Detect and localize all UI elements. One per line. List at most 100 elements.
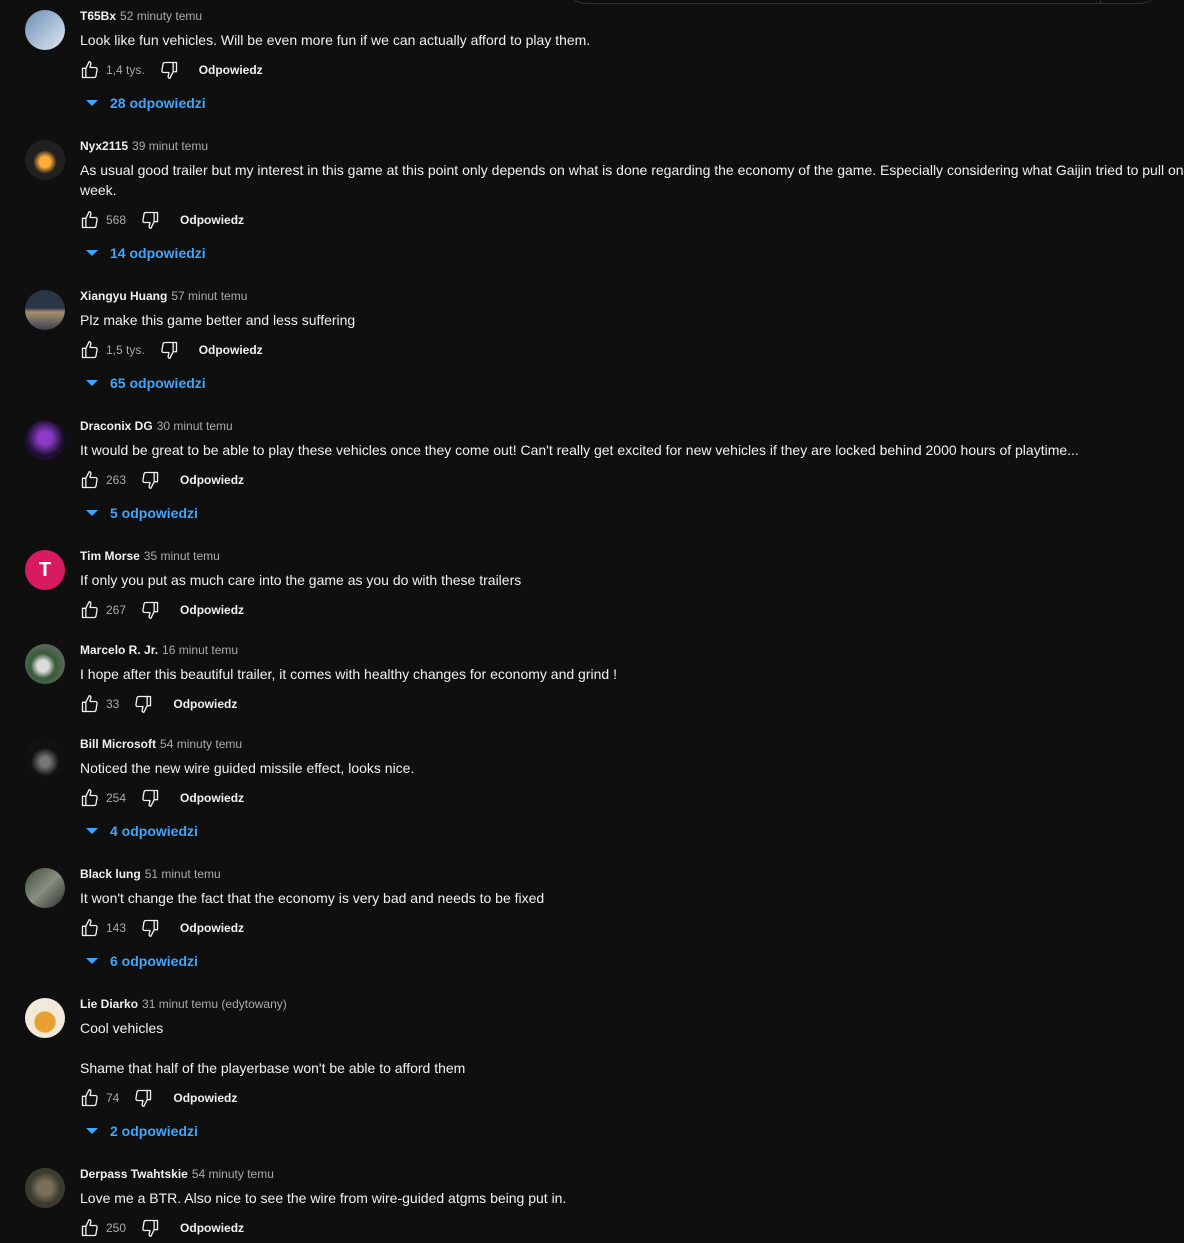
comment-text: Cool vehicles Shame that half of the pla… [80, 1020, 466, 1076]
comment-header: Tim Morse 35 minut temu [80, 548, 220, 564]
thumb-down-icon [133, 694, 153, 714]
show-replies-button[interactable]: 28 odpowiedzi [86, 93, 206, 113]
reply-button[interactable]: Odpowiedz [180, 1221, 244, 1235]
thumb-up-icon [80, 694, 100, 714]
comment-actions: 263 Odpowiedz [80, 468, 244, 492]
avatar[interactable] [25, 10, 65, 50]
show-replies-button[interactable]: 4 odpowiedzi [86, 821, 198, 841]
comment-author[interactable]: T65Bx [80, 9, 116, 23]
comment-actions: 143 Odpowiedz [80, 916, 244, 940]
reply-button[interactable]: Odpowiedz [173, 1091, 237, 1105]
dislike-button[interactable] [140, 600, 160, 620]
avatar[interactable] [25, 290, 65, 330]
like-button[interactable] [80, 60, 100, 80]
thumb-up-icon [80, 1088, 100, 1108]
comment-actions: 74 Odpowiedz [80, 1086, 237, 1110]
avatar[interactable] [25, 738, 65, 778]
show-replies-button[interactable]: 14 odpowiedzi [86, 243, 206, 263]
comment-header: Draconix DG 30 minut temu [80, 418, 233, 434]
comment-author[interactable]: Marcelo R. Jr. [80, 643, 158, 657]
reply-button[interactable]: Odpowiedz [173, 697, 237, 711]
thumb-down-icon [159, 340, 179, 360]
comment-time[interactable]: 39 minut temu [132, 139, 208, 153]
comment-author[interactable]: Nyx2115 [80, 139, 128, 153]
search-bar-edge[interactable] [566, 0, 1160, 4]
comment-time[interactable]: 52 minuty temu [120, 9, 202, 23]
thumb-down-icon [133, 1088, 153, 1108]
show-replies-button[interactable]: 6 odpowiedzi [86, 951, 198, 971]
comment-actions: 1,5 tys. Odpowiedz [80, 338, 263, 362]
like-count: 250 [106, 1221, 127, 1235]
comment-author[interactable]: Black lung [80, 867, 141, 881]
comment-author[interactable]: Draconix DG [80, 419, 153, 433]
comment-author[interactable]: Derpass Twahtskie [80, 1167, 188, 1181]
avatar[interactable] [25, 420, 65, 460]
show-replies-button[interactable]: 65 odpowiedzi [86, 373, 206, 393]
avatar[interactable]: T [25, 550, 65, 590]
comment-text: Look like fun vehicles. Will be even mor… [80, 32, 591, 48]
comment-text: It won't change the fact that the econom… [80, 890, 545, 906]
avatar[interactable] [25, 868, 65, 908]
like-count: 74 [106, 1091, 120, 1105]
dislike-button[interactable] [140, 470, 160, 490]
comment-text: I hope after this beautiful trailer, it … [80, 666, 617, 682]
comment-author[interactable]: Xiangyu Huang [80, 289, 167, 303]
comment-time[interactable]: 35 minut temu [144, 549, 220, 563]
like-button[interactable] [80, 918, 100, 938]
like-count: 1,4 tys. [106, 63, 145, 77]
dislike-button[interactable] [133, 694, 153, 714]
comment-header: Bill Microsoft 54 minuty temu [80, 736, 242, 752]
replies-count: 5 odpowiedzi [110, 505, 198, 521]
comment-time[interactable]: 54 minuty temu [192, 1167, 274, 1181]
like-button[interactable] [80, 694, 100, 714]
comment-header: T65Bx 52 minuty temu [80, 8, 202, 24]
search-button-edge[interactable] [1100, 0, 1159, 3]
caret-down-icon [86, 100, 98, 106]
reply-button[interactable]: Odpowiedz [180, 603, 244, 617]
show-replies-button[interactable]: 5 odpowiedzi [86, 503, 198, 523]
like-button[interactable] [80, 1088, 100, 1108]
dislike-button[interactable] [159, 60, 179, 80]
show-replies-button[interactable]: 2 odpowiedzi [86, 1121, 198, 1141]
like-button[interactable] [80, 788, 100, 808]
dislike-button[interactable] [140, 918, 160, 938]
reply-button[interactable]: Odpowiedz [180, 213, 244, 227]
reply-button[interactable]: Odpowiedz [180, 921, 244, 935]
dislike-button[interactable] [140, 788, 160, 808]
caret-down-icon [86, 958, 98, 964]
thumb-up-icon [80, 600, 100, 620]
dislike-button[interactable] [133, 1088, 153, 1108]
like-button[interactable] [80, 340, 100, 360]
reply-button[interactable]: Odpowiedz [180, 791, 244, 805]
comment-time[interactable]: 16 minut temu [162, 643, 238, 657]
avatar[interactable] [25, 1168, 65, 1208]
comment-author[interactable]: Bill Microsoft [80, 737, 156, 751]
like-button[interactable] [80, 600, 100, 620]
comment-author[interactable]: Lie Diarko [80, 997, 138, 1011]
avatar[interactable] [25, 998, 65, 1038]
comment-time[interactable]: 31 minut temu (edytowany) [142, 997, 287, 1011]
reply-button[interactable]: Odpowiedz [199, 63, 263, 77]
comment-actions: 568 Odpowiedz [80, 208, 244, 232]
comment-author[interactable]: Tim Morse [80, 549, 140, 563]
like-button[interactable] [80, 1218, 100, 1238]
like-button[interactable] [80, 470, 100, 490]
dislike-button[interactable] [159, 340, 179, 360]
comment-time[interactable]: 30 minut temu [157, 419, 233, 433]
comment-actions: 267 Odpowiedz [80, 598, 244, 622]
dislike-button[interactable] [140, 210, 160, 230]
comment-time[interactable]: 54 minuty temu [160, 737, 242, 751]
avatar[interactable] [25, 140, 65, 180]
comment-time[interactable]: 51 minut temu [145, 867, 221, 881]
dislike-button[interactable] [140, 1218, 160, 1238]
avatar[interactable] [25, 644, 65, 684]
reply-button[interactable]: Odpowiedz [180, 473, 244, 487]
replies-count: 65 odpowiedzi [110, 375, 206, 391]
thumb-up-icon [80, 788, 100, 808]
comment-header: Nyx2115 39 minut temu [80, 138, 208, 154]
like-button[interactable] [80, 210, 100, 230]
comment-time[interactable]: 57 minut temu [171, 289, 247, 303]
replies-count: 6 odpowiedzi [110, 953, 198, 969]
thumb-down-icon [140, 1218, 160, 1238]
reply-button[interactable]: Odpowiedz [199, 343, 263, 357]
